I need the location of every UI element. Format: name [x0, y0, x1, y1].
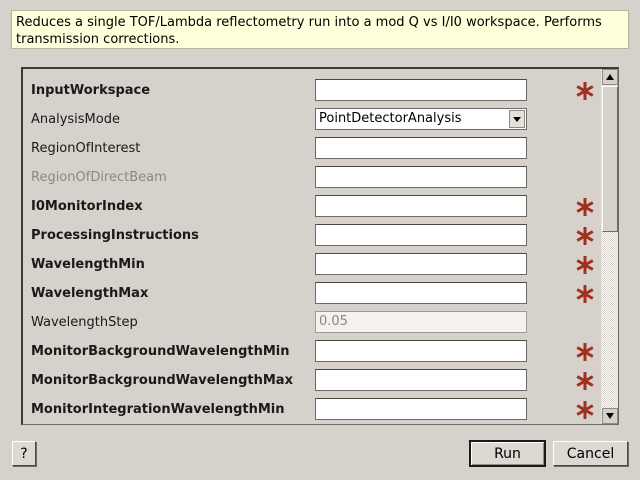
cancel-button[interactable]: Cancel: [553, 441, 628, 466]
property-label: RegionOfInterest: [31, 141, 141, 156]
scrollbar-thumb[interactable]: [602, 86, 618, 232]
asterisk-icon: [576, 343, 594, 361]
run-button[interactable]: Run: [469, 440, 546, 467]
algorithm-description: Reduces a single TOF/Lambda reflectometr…: [11, 10, 629, 49]
property-input[interactable]: [315, 253, 527, 275]
properties-panel: InputWorkspace AnalysisMode PointDetectorA…: [21, 67, 619, 425]
property-input[interactable]: [315, 195, 527, 217]
property-input[interactable]: [315, 137, 527, 159]
property-row: InputWorkspace: [23, 77, 601, 106]
asterisk-icon: [576, 285, 594, 303]
asterisk-icon: [576, 256, 594, 274]
dropdown-button[interactable]: [509, 110, 525, 128]
property-row: RegionOfInterest: [23, 135, 601, 164]
asterisk-icon: [576, 227, 594, 245]
asterisk-icon: [576, 372, 594, 390]
asterisk-icon: [576, 198, 594, 216]
scroll-down-button[interactable]: [602, 408, 618, 424]
triangle-down-icon: [513, 116, 521, 122]
property-row: WavelengthStep 0.05: [23, 309, 601, 338]
triangle-down-icon: [606, 413, 614, 419]
property-input[interactable]: [315, 282, 527, 304]
property-label: WavelengthMin: [31, 257, 145, 272]
scroll-up-button[interactable]: [602, 69, 618, 85]
property-input[interactable]: [315, 340, 527, 362]
triangle-up-icon: [606, 74, 614, 80]
property-row: WavelengthMax: [23, 280, 601, 309]
property-label: WavelengthMax: [31, 286, 149, 301]
property-label: RegionOfDirectBeam: [31, 170, 167, 185]
property-label: AnalysisMode: [31, 112, 120, 127]
property-row: RegionOfDirectBeam: [23, 164, 601, 193]
asterisk-icon: [576, 82, 594, 100]
property-label: ProcessingInstructions: [31, 228, 199, 243]
asterisk-icon: [576, 401, 594, 419]
property-input[interactable]: [315, 224, 527, 246]
property-label: InputWorkspace: [31, 83, 151, 98]
property-input[interactable]: [315, 369, 527, 391]
property-input[interactable]: [315, 398, 527, 420]
property-row: I0MonitorIndex: [23, 193, 601, 222]
property-label: MonitorBackgroundWavelengthMin: [31, 344, 290, 359]
property-input[interactable]: [315, 166, 527, 188]
property-rows: InputWorkspace AnalysisMode PointDetectorA…: [23, 69, 601, 424]
property-row: WavelengthMin: [23, 251, 601, 280]
property-label: MonitorBackgroundWavelengthMax: [31, 373, 293, 388]
select-value: PointDetectorAnalysis: [319, 111, 462, 126]
property-label: WavelengthStep: [31, 315, 138, 330]
property-row: AnalysisMode PointDetectorAnalysis: [23, 106, 601, 135]
property-input[interactable]: [315, 79, 527, 101]
property-label: MonitorIntegrationWavelengthMin: [31, 402, 285, 417]
property-label: I0MonitorIndex: [31, 199, 143, 214]
property-row: MonitorBackgroundWavelengthMax: [23, 367, 601, 396]
analysis-mode-select[interactable]: PointDetectorAnalysis: [315, 108, 527, 130]
help-button[interactable]: ?: [12, 441, 36, 466]
property-row: MonitorIntegrationWavelengthMin: [23, 396, 601, 424]
vertical-scrollbar[interactable]: [601, 69, 618, 424]
property-row: MonitorBackgroundWavelengthMin: [23, 338, 601, 367]
property-input[interactable]: 0.05: [315, 311, 527, 333]
property-row: ProcessingInstructions: [23, 222, 601, 251]
